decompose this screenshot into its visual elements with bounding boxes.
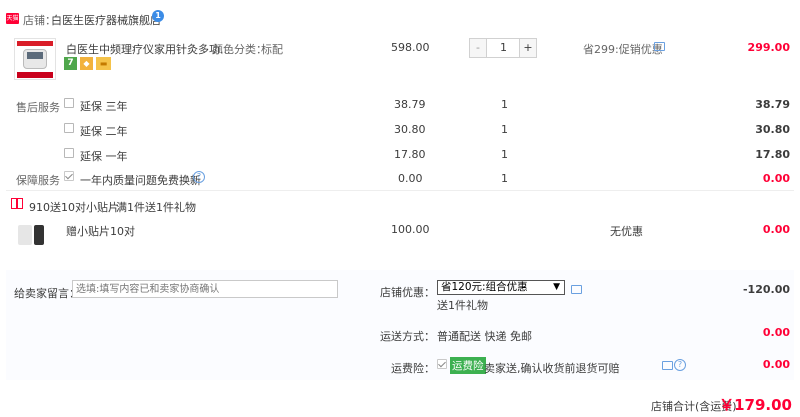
- shop-discount-amount: -120.00: [742, 283, 790, 296]
- insurance-help-icon[interactable]: ?: [674, 359, 686, 371]
- guarantee-price: 0.00: [398, 172, 423, 185]
- guarantee-checkbox[interactable]: [64, 171, 74, 181]
- wangwang-chat-icon[interactable]: 1: [152, 10, 164, 22]
- warranty-2y-name: 延保 二年: [80, 125, 128, 138]
- gift-item-price: 100.00: [391, 223, 430, 236]
- total-amount: ￥179.00: [719, 396, 792, 414]
- warranty-1y-checkbox[interactable]: [64, 148, 74, 158]
- device-screen: [27, 52, 43, 59]
- warranty-2y-total: 30.80: [755, 123, 790, 136]
- help-icon[interactable]: ?: [193, 171, 205, 183]
- guarantee-qty: 1: [501, 172, 508, 185]
- shipping-label: 运送方式：: [380, 330, 435, 343]
- warranty-3y-total: 38.79: [755, 98, 790, 111]
- warranty-2y-checkbox[interactable]: [64, 123, 74, 133]
- guarantee-name: 一年内质量问题免费换新: [80, 174, 201, 187]
- product-thumb-header: [17, 41, 53, 46]
- gift-device-left: [18, 225, 32, 245]
- gift-icon: [11, 198, 23, 209]
- gift-promo-sub: 满1件送1件礼物: [116, 201, 196, 214]
- item-subtotal: 299.00: [747, 41, 790, 54]
- promo-comment-icon[interactable]: [654, 42, 665, 51]
- shop-discount-label: 店铺优惠：: [380, 286, 435, 299]
- quantity-stepper: - 1 +: [469, 38, 537, 58]
- warranty-3y-price: 38.79: [394, 98, 426, 111]
- qty-minus-button[interactable]: -: [470, 39, 487, 57]
- guarantee-total: 0.00: [762, 172, 790, 185]
- service-badge-7day-icon: 7: [64, 57, 77, 70]
- shop-discount-note: 送1件礼物: [437, 299, 488, 312]
- product-thumbnail[interactable]: [14, 38, 56, 80]
- gift-thumbnail: [16, 221, 48, 249]
- shipping-amount: 0.00: [762, 326, 790, 339]
- service-badge-guarantee-icon: ◆: [80, 57, 93, 70]
- qty-plus-button[interactable]: +: [519, 39, 536, 57]
- warranty-2y-price: 30.80: [394, 123, 426, 136]
- discount-comment-icon[interactable]: [571, 285, 582, 294]
- qty-input[interactable]: 1: [487, 39, 520, 57]
- unit-price: 598.00: [391, 41, 430, 54]
- guarantee-label: 保障服务: [16, 174, 60, 187]
- warranty-1y-total: 17.80: [755, 148, 790, 161]
- gift-promo-text: 910送10对小贴片: [29, 201, 119, 214]
- shop-name-link[interactable]: 白医生医疗器械旗舰店: [51, 12, 161, 28]
- insurance-checkbox[interactable]: [437, 359, 447, 369]
- gift-ribbon: [16, 199, 18, 208]
- insurance-label: 运费险：: [391, 362, 435, 375]
- warranty-3y-qty: 1: [501, 98, 508, 111]
- insurance-text: 卖家送,确认收货前退货可赔: [484, 362, 620, 375]
- warranty-1y-qty: 1: [501, 148, 508, 161]
- shop-discount-select[interactable]: 省120元:组合优惠 ▼: [437, 280, 565, 295]
- warranty-1y-price: 17.80: [394, 148, 426, 161]
- warranty-2y-qty: 1: [501, 123, 508, 136]
- gift-item-name: 赠小贴片10对: [66, 225, 135, 238]
- warranty-3y-checkbox[interactable]: [64, 98, 74, 108]
- sku-label: 颜色分类：: [212, 43, 267, 56]
- gift-item-total: 0.00: [762, 223, 790, 236]
- promo-text: 省299:促销优惠: [583, 43, 663, 56]
- warranty-1y-name: 延保 一年: [80, 150, 128, 163]
- after-sales-label: 售后服务: [16, 101, 60, 114]
- shipping-value: 普通配送 快递 免邮: [437, 330, 532, 343]
- insurance-amount: 0.00: [762, 358, 790, 371]
- gift-item-promo: 无优惠: [610, 225, 643, 238]
- insurance-badge: 运费险: [450, 357, 486, 374]
- product-thumb-footer: [17, 72, 53, 78]
- tmall-badge: 天猫: [6, 13, 19, 24]
- message-input[interactable]: [72, 280, 338, 298]
- gift-device-right: [34, 225, 44, 245]
- service-badge-card-icon: ▬: [96, 57, 111, 70]
- divider: [6, 190, 794, 191]
- product-title-link[interactable]: 白医生中频理疗仪家用针灸多功...: [66, 41, 231, 57]
- message-label: 给卖家留言：: [14, 287, 80, 300]
- sku-value: 标配: [261, 43, 283, 56]
- warranty-3y-name: 延保 三年: [80, 100, 128, 113]
- chevron-down-icon: ▼: [553, 282, 560, 292]
- insurance-comment-icon[interactable]: [662, 361, 673, 370]
- shop-discount-selected: 省120元:组合优惠: [441, 281, 528, 293]
